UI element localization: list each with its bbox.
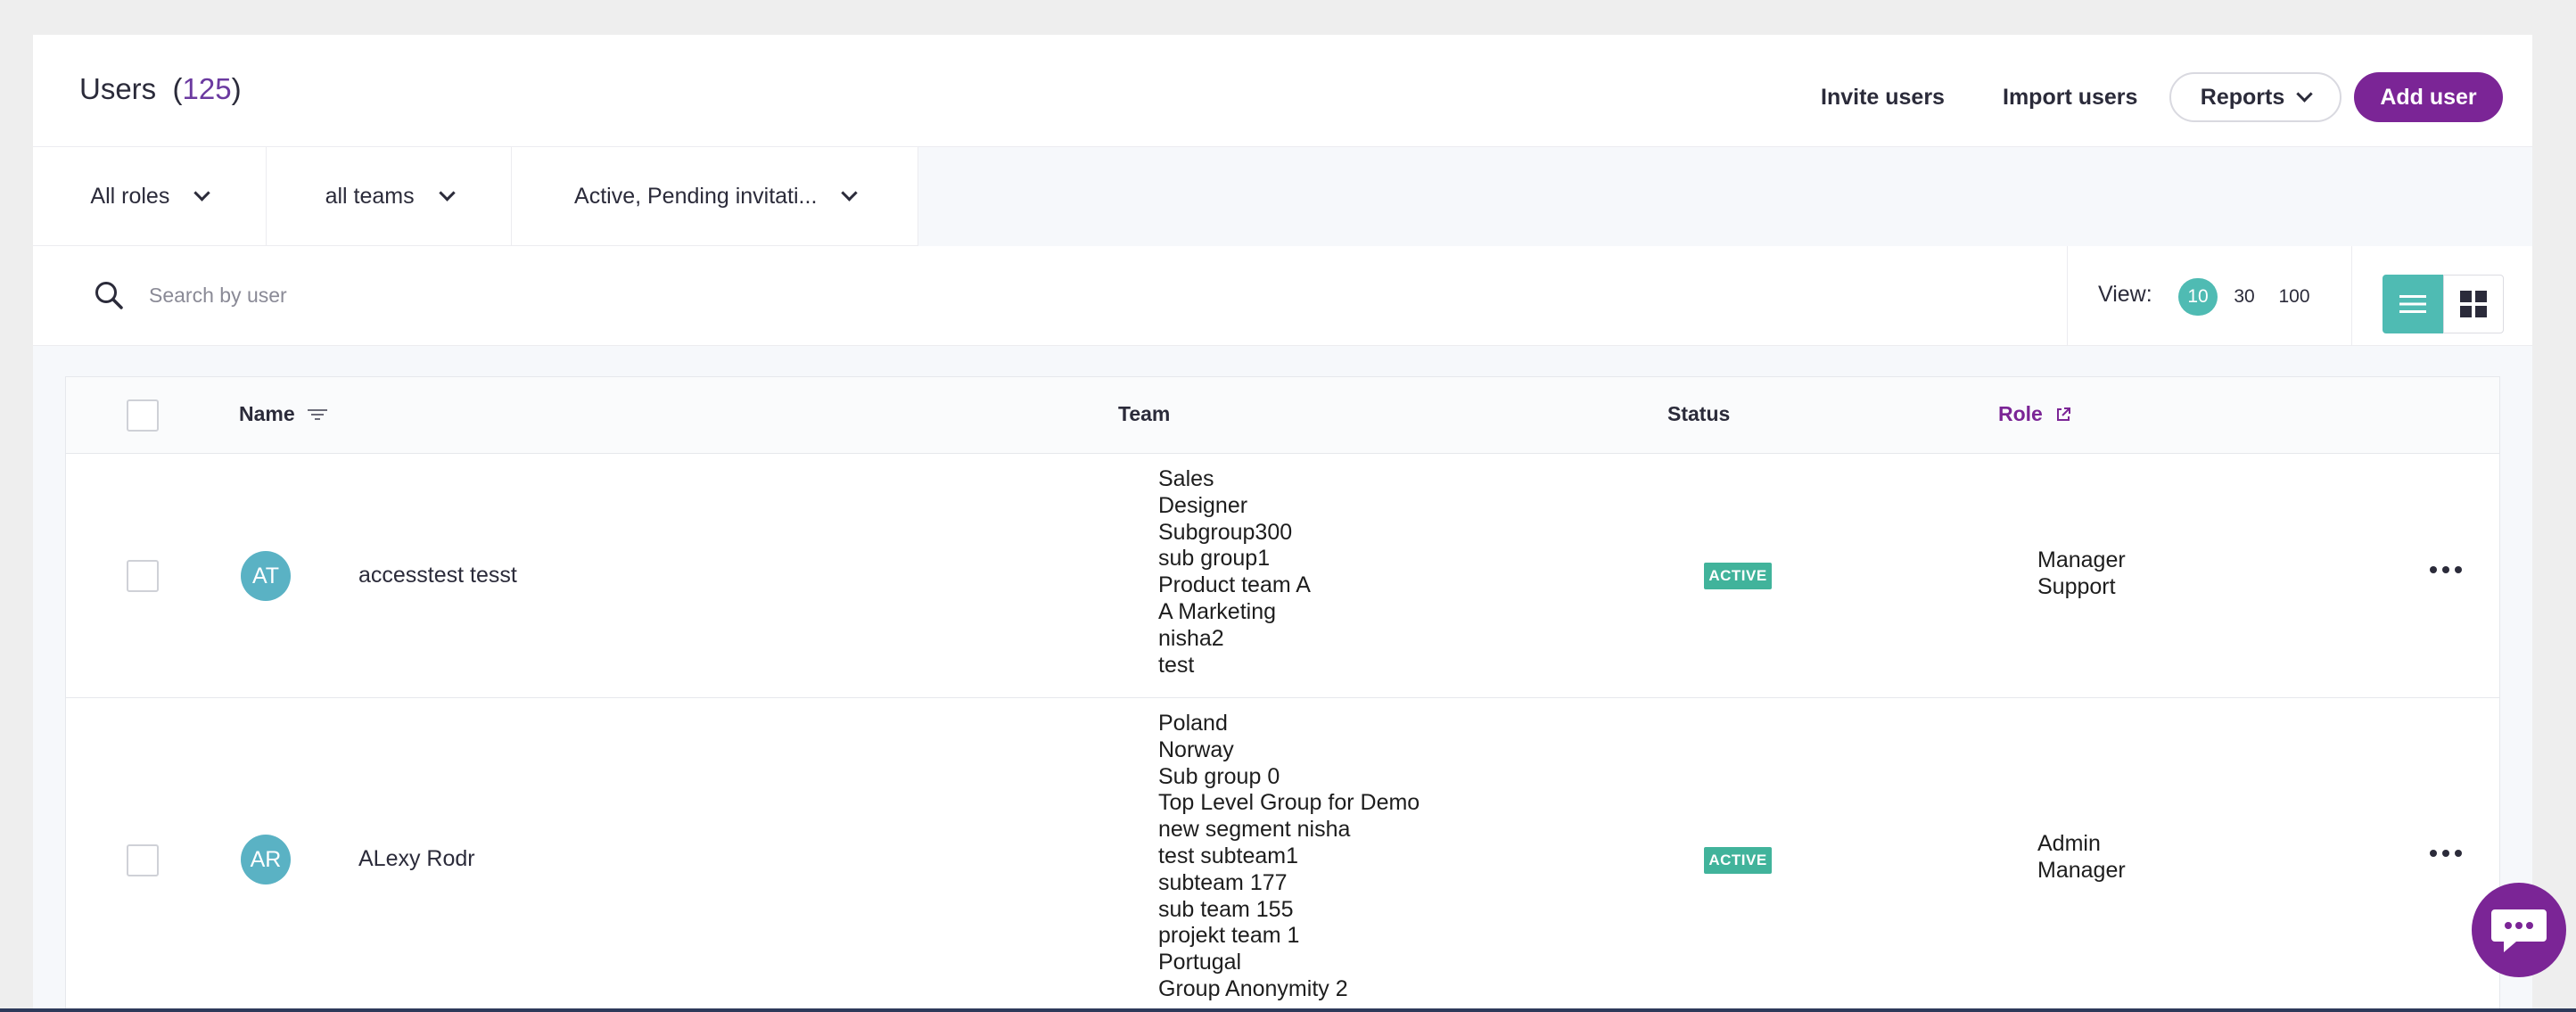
role-column-header[interactable]: Role: [1998, 402, 2071, 426]
row-checkbox[interactable]: [127, 844, 159, 876]
role-item: Support: [2037, 574, 2116, 599]
status-filter-label: Active, Pending invitati...: [574, 184, 818, 209]
user-name[interactable]: accesstest tesst: [358, 563, 517, 588]
search-icon: [95, 282, 123, 309]
team-item: Top Level Group for Demo: [1158, 790, 1420, 816]
filter-bar: All roles all teams Active, Pending invi…: [33, 147, 918, 246]
role-item: Admin: [2037, 831, 2101, 856]
team-item: Poland: [1158, 711, 1228, 736]
external-link-icon: [2056, 407, 2070, 421]
row-actions-menu[interactable]: [2430, 566, 2462, 573]
more-dot: [2430, 850, 2437, 857]
user-name[interactable]: ALexy Rodr: [358, 846, 475, 872]
team-item: Subgroup300: [1158, 519, 1293, 545]
more-dot: [2442, 850, 2449, 857]
view-option-10[interactable]: 10: [2178, 278, 2218, 316]
chat-widget-button[interactable]: [2472, 883, 2566, 977]
list-view-button[interactable]: [2383, 275, 2443, 333]
chevron-down-icon: [2296, 85, 2313, 103]
more-dot: [2455, 850, 2462, 857]
avatar: AR: [241, 835, 291, 884]
role-header-label: Role: [1998, 402, 2043, 425]
team-item: subteam 177: [1158, 869, 1288, 895]
view-size-selector: View: 10 30 100: [2067, 246, 2352, 346]
chevron-down-icon: [841, 185, 859, 202]
team-item: test: [1158, 652, 1195, 678]
team-item: sub team 155: [1158, 896, 1294, 922]
table-row[interactable]: AT accesstest tesst Sales Designer Subgr…: [66, 454, 2499, 698]
user-count: 125: [182, 72, 232, 105]
team-item: sub group1: [1158, 546, 1271, 572]
row-actions-menu[interactable]: [2430, 850, 2462, 857]
view-option-30[interactable]: 30: [2225, 278, 2264, 316]
team-item: Product team A: [1158, 572, 1311, 598]
page-header: Users (125) Invite users Import users Re…: [33, 35, 2532, 147]
status-badge: ACTIVE: [1704, 847, 1772, 874]
teams-filter[interactable]: all teams: [267, 147, 513, 246]
team-item: Group Anonymity 2: [1158, 975, 1348, 1001]
roles-filter[interactable]: All roles: [33, 147, 267, 246]
team-list: Poland Norway Sub group 0 Top Level Grou…: [1158, 711, 1420, 1003]
chevron-down-icon: [193, 185, 211, 202]
more-dot: [2442, 566, 2449, 573]
sort-icon: [307, 408, 327, 420]
grid-icon: [2460, 291, 2487, 317]
team-item: Sub group 0: [1158, 763, 1280, 789]
name-header-label: Name: [239, 402, 295, 425]
team-item: Sales: [1158, 466, 1214, 491]
role-item: Manager: [2037, 858, 2126, 883]
role-list: Admin Manager: [2037, 830, 2126, 884]
status-column-header: Status: [1667, 402, 1731, 425]
search-input[interactable]: [149, 273, 1041, 317]
select-all-checkbox[interactable]: [127, 399, 159, 432]
team-item: projekt team 1: [1158, 923, 1300, 949]
table-header: Name Team Status Role: [66, 377, 2499, 454]
more-dot: [2430, 566, 2437, 573]
page-title-text: Users: [79, 72, 157, 105]
list-icon: [2399, 295, 2426, 313]
team-item: test subteam1: [1158, 843, 1299, 868]
team-item: A Marketing: [1158, 598, 1277, 624]
status-filter[interactable]: Active, Pending invitati...: [512, 147, 918, 246]
team-list: Sales Designer Subgroup300 sub group1 Pr…: [1158, 466, 1311, 679]
status-badge: ACTIVE: [1704, 563, 1772, 589]
view-label: View:: [2098, 282, 2152, 307]
team-item: Portugal: [1158, 950, 1242, 975]
table-row[interactable]: AR ALexy Rodr Poland Norway Sub group 0 …: [66, 698, 2499, 1011]
reports-label: Reports: [2200, 84, 2285, 110]
users-page: Users (125) Invite users Import users Re…: [33, 35, 2532, 1012]
grid-view-button[interactable]: [2443, 275, 2504, 333]
reports-dropdown[interactable]: Reports: [2169, 72, 2341, 122]
role-list: Manager Support: [2037, 547, 2126, 600]
more-dot: [2455, 566, 2462, 573]
chat-bubble-icon: [2491, 909, 2547, 952]
role-item: Manager: [2037, 547, 2126, 572]
view-option-100[interactable]: 100: [2269, 278, 2319, 316]
team-item: nisha2: [1158, 625, 1224, 651]
add-user-button[interactable]: Add user: [2354, 72, 2503, 122]
invite-users-button[interactable]: Invite users: [1821, 72, 1945, 122]
page-title: Users (125): [79, 72, 242, 105]
team-item: new segment nisha: [1158, 817, 1351, 843]
bottom-edge-bar: [0, 1008, 2576, 1012]
teams-filter-label: all teams: [325, 184, 415, 209]
roles-filter-label: All roles: [90, 184, 170, 209]
chevron-down-icon: [438, 185, 456, 202]
avatar: AT: [241, 551, 291, 601]
search-bar: View: 10 30 100: [33, 246, 2532, 346]
team-item: Norway: [1158, 736, 1234, 762]
team-column-header: Team: [1118, 402, 1171, 425]
import-users-button[interactable]: Import users: [2003, 72, 2137, 122]
team-item: Designer: [1158, 492, 1248, 518]
users-table: Name Team Status Role AT accesstest tess…: [65, 376, 2500, 1012]
name-column-header[interactable]: Name: [239, 402, 327, 426]
row-checkbox[interactable]: [127, 560, 159, 592]
